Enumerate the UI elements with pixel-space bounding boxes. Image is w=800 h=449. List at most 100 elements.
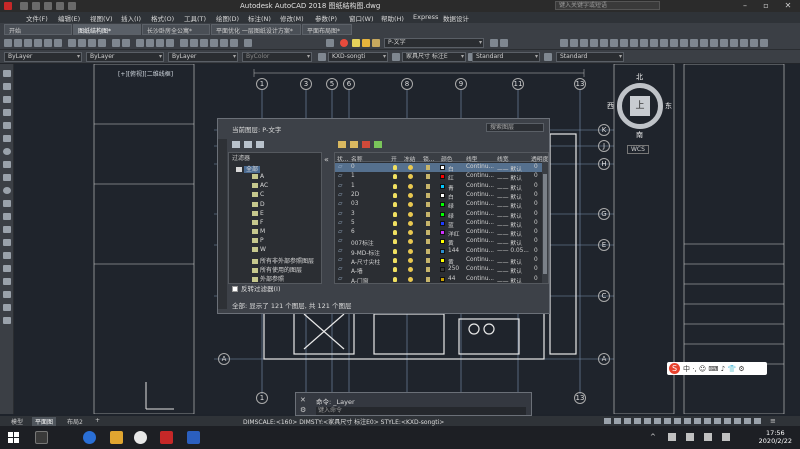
filter-item[interactable]: C <box>252 191 264 198</box>
help-search-input[interactable]: 键入关键字或短语 <box>555 1 660 10</box>
table-icon[interactable] <box>3 291 11 298</box>
compass-east[interactable]: 东 <box>665 101 672 111</box>
zoom-window-icon[interactable] <box>156 39 164 47</box>
layer-transparency[interactable]: 0 <box>534 201 538 207</box>
ime-icon[interactable] <box>704 433 712 441</box>
filter-item[interactable]: E <box>252 210 264 217</box>
col-linetype[interactable]: 线型 <box>466 154 478 163</box>
layer-on-icon[interactable] <box>393 276 397 282</box>
layer-color-swatch[interactable] <box>440 211 445 217</box>
filter-item[interactable]: AC <box>252 182 268 189</box>
layer-transparency[interactable]: 0 <box>534 229 538 235</box>
hardware-acceleration-icon[interactable] <box>744 418 751 424</box>
layer-thaw-icon[interactable] <box>408 258 413 263</box>
menu-data-design[interactable]: 数据设计 <box>443 13 469 23</box>
mleader-style-icon[interactable] <box>544 53 552 61</box>
dim-space-icon[interactable] <box>670 39 678 47</box>
undo-icon[interactable] <box>112 39 120 47</box>
otrack-icon[interactable] <box>654 418 661 424</box>
layer-unlock-icon[interactable] <box>426 202 430 208</box>
layer-linetype[interactable]: Continu... <box>466 201 494 207</box>
file-explorer-icon[interactable] <box>110 431 123 444</box>
layer-transparency[interactable]: 0 <box>534 211 538 217</box>
layer-unlock-icon[interactable] <box>426 276 430 282</box>
viewcube-top-face[interactable]: 上 <box>630 96 650 116</box>
layer-transparency[interactable]: 0 <box>534 183 538 189</box>
dim-linear-icon[interactable] <box>560 39 568 47</box>
viewport-controls[interactable]: [+][俯视][二维线框] <box>118 69 173 78</box>
dim-angular-icon[interactable] <box>630 39 638 47</box>
layer-name[interactable]: 0 <box>351 164 355 170</box>
settings-icon[interactable]: ⚙ <box>300 406 306 414</box>
layer-row[interactable]: ▱ A-墙 250 Continu... —— 默认 0 <box>335 265 548 275</box>
layer-color-swatch[interactable] <box>440 230 445 236</box>
dim-radius-icon[interactable] <box>600 39 608 47</box>
layer-transparency[interactable]: 0 <box>534 248 538 254</box>
layer-color-swatch[interactable] <box>440 174 445 180</box>
layer-thaw-icon[interactable] <box>408 276 413 282</box>
line-icon[interactable] <box>3 70 11 77</box>
viewcube[interactable]: 上 北 南 东 西 WCS <box>607 73 677 155</box>
layer-row[interactable]: ▱ 3 绿 Continu... —— 默认 0 <box>335 210 548 220</box>
layer-transparency[interactable]: 0 <box>534 266 538 272</box>
spline-icon[interactable] <box>3 174 11 181</box>
menu-insert[interactable]: 插入(I) <box>121 13 141 23</box>
invert-filter-checkbox[interactable]: 反转过滤器(I) <box>232 283 281 293</box>
menu-tools[interactable]: 工具(T) <box>184 13 206 23</box>
zoom-previous-icon[interactable] <box>166 39 174 47</box>
layer-on-icon[interactable] <box>393 258 397 263</box>
gradient-icon[interactable] <box>3 265 11 272</box>
layer-thaw-icon[interactable] <box>408 239 413 245</box>
palette-side-title[interactable] <box>218 139 227 309</box>
layer-on-icon[interactable] <box>393 239 397 245</box>
grid-icon[interactable] <box>604 418 611 424</box>
pan-icon[interactable] <box>136 39 144 47</box>
add-layout-button[interactable]: + <box>92 417 103 424</box>
text-style-combo[interactable]: KXD-songti ▾ <box>328 52 388 62</box>
undo-icon[interactable] <box>56 2 64 10</box>
col-status[interactable]: 状... <box>337 154 348 163</box>
save-icon[interactable] <box>24 39 32 47</box>
layer-color-swatch[interactable] <box>440 220 445 226</box>
filter-all[interactable]: 全部 <box>236 164 261 173</box>
col-name[interactable]: 名称 <box>351 154 363 163</box>
menu-edit[interactable]: 编辑(E) <box>58 13 80 23</box>
layer-linetype[interactable]: Continu... <box>466 183 494 189</box>
collapse-filter-icon[interactable]: « <box>324 155 329 164</box>
new-filter-icon[interactable] <box>232 141 240 148</box>
layer-lock-icon[interactable] <box>372 39 380 47</box>
close-button[interactable]: ✕ <box>778 0 798 12</box>
dim-style-icon[interactable] <box>392 53 400 61</box>
polar-icon[interactable] <box>634 418 641 424</box>
layer-transparency[interactable]: 0 <box>534 220 538 226</box>
tab-plan-optimize[interactable]: 平面优化 一层图纸设计方案* <box>211 24 301 35</box>
dim-text-edit-icon[interactable] <box>740 39 748 47</box>
word-icon[interactable] <box>187 431 200 444</box>
layer-color-name[interactable]: 144 <box>448 248 459 254</box>
redo-icon[interactable] <box>68 2 76 10</box>
col-on[interactable]: 开 <box>391 154 397 163</box>
markup-icon[interactable] <box>220 39 228 47</box>
close-icon[interactable]: ✕ <box>300 396 306 404</box>
zoom-icon[interactable] <box>146 39 154 47</box>
scrollbar-thumb[interactable] <box>543 174 547 274</box>
cut-icon[interactable] <box>68 39 76 47</box>
layer-freeze-icon[interactable] <box>362 39 370 47</box>
layer-row[interactable]: ▱ 03 绿 Continu... —— 默认 0 <box>335 200 548 210</box>
layer-color-swatch[interactable] <box>440 248 445 254</box>
new-layer-icon[interactable] <box>338 141 346 148</box>
filter-item[interactable]: W <box>252 246 266 253</box>
layer-color-swatch[interactable] <box>440 183 445 189</box>
redo-icon[interactable] <box>122 39 130 47</box>
filter-item[interactable]: M <box>252 228 265 235</box>
circle-icon[interactable] <box>3 148 11 155</box>
dim-aligned-icon[interactable] <box>570 39 578 47</box>
layer-name[interactable]: 5 <box>351 220 355 226</box>
layer-unlock-icon[interactable] <box>426 165 430 170</box>
layer-thaw-icon[interactable] <box>408 174 413 180</box>
menu-express[interactable]: Express <box>413 13 438 21</box>
layer-search-input[interactable]: 搜索图层 <box>486 123 544 132</box>
layer-lineweight[interactable]: —— 0.05... <box>497 248 529 254</box>
layer-transparency[interactable]: 0 <box>534 276 538 282</box>
menu-file[interactable]: 文件(F) <box>26 13 48 23</box>
